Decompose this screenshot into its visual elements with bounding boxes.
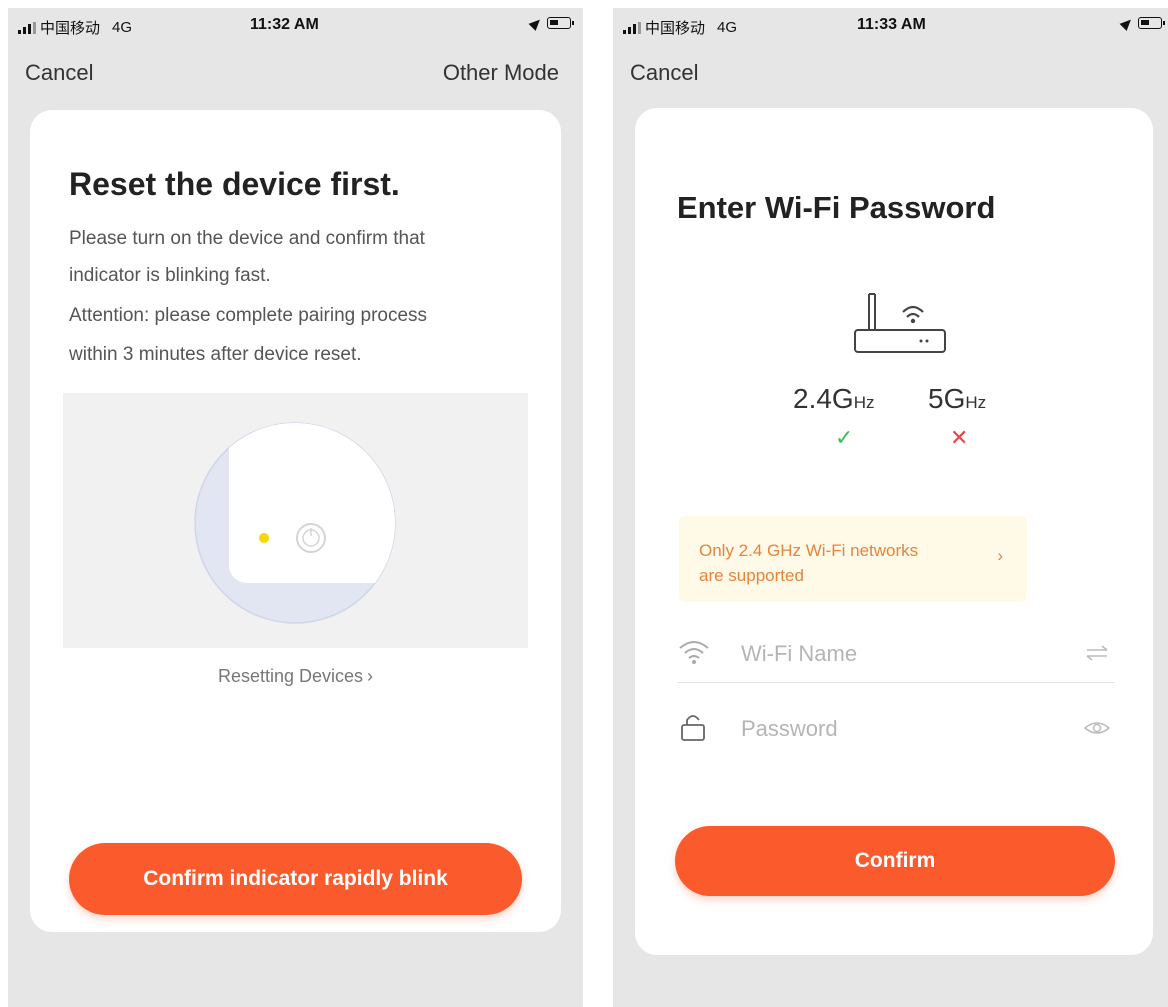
chevron-right-icon: › [367, 666, 374, 686]
check-icon: ✓ [835, 425, 854, 450]
reset-card: Reset the device first. Please turn on t… [30, 110, 561, 932]
wifi-name-placeholder: Wi-Fi Name [741, 641, 858, 666]
network-type: 4G [112, 19, 133, 36]
password-placeholder: Password [741, 716, 838, 741]
location-icon [528, 15, 544, 31]
carrier-name: 中国移动 [40, 20, 101, 37]
location-icon [1119, 15, 1135, 31]
status-time: 11:33 AM [857, 16, 926, 33]
battery-icon [547, 17, 574, 29]
freq-5-value: 5G [928, 383, 966, 414]
status-time: 11:32 AM [250, 16, 319, 33]
eye-icon[interactable] [1083, 716, 1111, 740]
confirm-blink-button[interactable]: Confirm indicator rapidly blink [69, 843, 522, 915]
signal-icon [623, 21, 641, 34]
field-divider [677, 682, 1115, 683]
freq-24-unit: Hz [853, 393, 875, 412]
device-illustration [63, 393, 528, 648]
notice-line: Only 2.4 GHz Wi-Fi networks [699, 541, 919, 560]
resetting-devices-label: Resetting Devices [217, 666, 364, 686]
phone-screen-wifi: 中国移动 4G 11:33 AM Cancel Enter Wi-Fi Pass… [613, 8, 1168, 1007]
cancel-button[interactable]: Cancel [630, 60, 698, 86]
wifi-card: Enter Wi-Fi Password 2.4GHz 5GHz ✓ ✕ Onl… [635, 108, 1153, 955]
wifi-icon [679, 641, 709, 664]
other-mode-button[interactable]: Other Mode [443, 60, 559, 86]
wifi-name-field[interactable]: Wi-Fi Name [677, 623, 1115, 685]
resetting-devices-link[interactable]: Resetting Devices › [30, 666, 561, 687]
description-line: Attention: please complete pairing proce… [69, 305, 428, 326]
signal-icon [18, 21, 36, 34]
chevron-right-icon: › [997, 546, 1003, 565]
lock-icon [681, 715, 705, 741]
battery-icon [1138, 17, 1165, 29]
description-line: indicator is blinking fast. [69, 265, 271, 286]
indicator-light [259, 533, 269, 543]
device-reset-graphic [194, 422, 396, 624]
freq-5-unit: Hz [965, 393, 987, 412]
cancel-button[interactable]: Cancel [25, 60, 93, 86]
phone-screen-reset: 中国移动 4G 11:32 AM Cancel Other Mode Reset… [8, 8, 583, 1007]
status-right [528, 15, 574, 31]
status-right [1119, 15, 1165, 31]
description-line: within 3 minutes after device reset. [69, 344, 362, 365]
freq-24-label: 2.4GHz [793, 383, 874, 415]
router-icon [854, 293, 946, 353]
switch-network-icon[interactable] [1083, 641, 1111, 665]
freq-24-value: 2.4G [793, 383, 854, 414]
network-type: 4G [717, 19, 738, 36]
freq-5-label: 5GHz [928, 383, 986, 415]
status-carrier: 中国移动 4G [623, 17, 737, 38]
cross-icon: ✕ [950, 425, 969, 450]
status-bar: 中国移动 4G 11:33 AM [613, 8, 1168, 44]
status-bar: 中国移动 4G 11:32 AM [8, 8, 583, 44]
confirm-button[interactable]: Confirm [675, 826, 1115, 896]
password-field[interactable]: Password [677, 698, 1115, 760]
notice-text: Only 2.4 GHz Wi-Fi networks are supporte… [699, 538, 918, 588]
notice-line: are supported [699, 566, 804, 585]
wifi-notice[interactable]: Only 2.4 GHz Wi-Fi networks are supporte… [679, 516, 1027, 602]
page-title: Enter Wi-Fi Password [677, 190, 996, 225]
carrier-name: 中国移动 [645, 20, 706, 37]
description-line: Please turn on the device and confirm th… [69, 228, 425, 249]
page-title: Reset the device first. [69, 166, 400, 202]
status-carrier: 中国移动 4G [18, 17, 132, 38]
